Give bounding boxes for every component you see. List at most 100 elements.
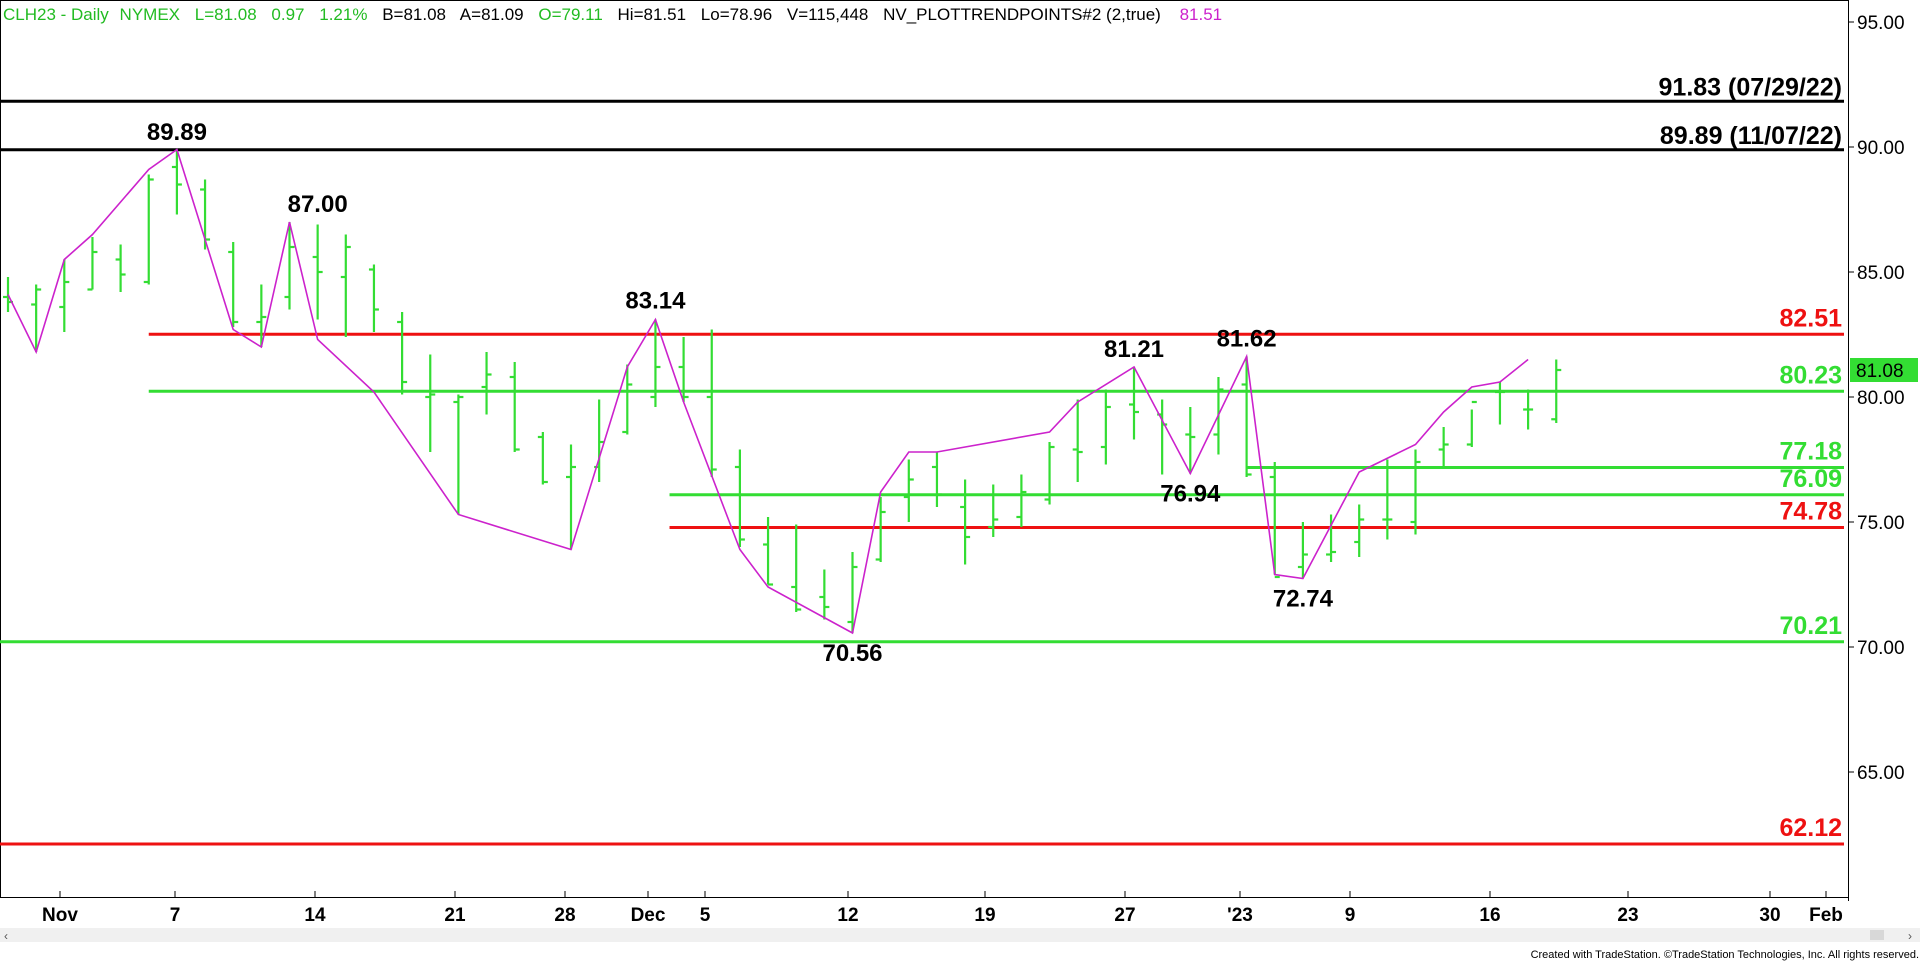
- historic-level-label: 89.89 (11/07/22): [1660, 122, 1842, 150]
- header-change-pct: 1.21%: [319, 5, 367, 24]
- chart-header: CLH23 - Daily NYMEX L=81.08 0.97 1.21% B…: [3, 5, 1222, 24]
- x-tick-label: 7: [170, 905, 181, 926]
- x-tick-label: '23: [1227, 905, 1253, 926]
- header-study-value: 81.51: [1180, 5, 1223, 24]
- ohlc-bar: [1269, 462, 1280, 579]
- ohlc-bar: [537, 432, 548, 485]
- ohlc-bar: [1410, 449, 1421, 535]
- x-tick-label: 23: [1617, 905, 1638, 926]
- ohlc-bar: [397, 312, 408, 395]
- header-symbol: CLH23 - Daily: [3, 5, 109, 24]
- footer-credit: Created with TradeStation. ©TradeStation…: [1531, 949, 1919, 961]
- level-label-resistance: 62.12: [1779, 814, 1842, 842]
- ohlc-bar: [1072, 399, 1083, 482]
- horizontal-scrollbar[interactable]: [0, 928, 1920, 942]
- header-low: Lo=78.96: [701, 5, 772, 24]
- header-bid: B=81.08: [382, 5, 446, 24]
- x-tick-label: 27: [1114, 905, 1135, 926]
- level-label-resistance: 74.78: [1779, 498, 1842, 526]
- chart-canvas: 91.83 (07/29/22) 89.89 (11/07/22) 82.51 80.…: [0, 0, 1920, 961]
- ohlc-bar: [706, 329, 717, 477]
- ohlc-bar: [87, 237, 98, 291]
- plot-frame: [0, 0, 1849, 898]
- ohlc-bar: [1326, 514, 1337, 562]
- header-high: Hi=81.51: [618, 5, 687, 24]
- pivot-label: 81.62: [1217, 326, 1277, 353]
- x-tick-label: Nov: [42, 905, 78, 926]
- ohlc-bar: [143, 174, 154, 285]
- x-tick-label: 16: [1479, 905, 1500, 926]
- header-last: L=81.08: [195, 5, 257, 24]
- ohlc-bar: [988, 484, 999, 537]
- header-volume: V=115,448: [787, 5, 868, 24]
- header-ask: A=81.09: [460, 5, 524, 24]
- ohlc-bar: [425, 354, 436, 452]
- y-tick-label: 80.00: [1857, 388, 1905, 409]
- ohlc-bar: [903, 459, 914, 522]
- ohlc-bar: [368, 264, 379, 332]
- ohlc-bar: [1438, 427, 1449, 467]
- ohlc-bar: [115, 244, 126, 292]
- y-tick-label: 90.00: [1857, 138, 1905, 159]
- y-tick-label: 70.00: [1857, 638, 1905, 659]
- ohlc-bar: [1016, 474, 1027, 527]
- x-tick-label: Dec: [631, 905, 666, 926]
- ohlc-bar: [453, 394, 464, 515]
- scrollbar-thumb[interactable]: [1870, 930, 1884, 940]
- x-tick-label: 9: [1345, 905, 1356, 926]
- ohlc-bar: [1466, 400, 1477, 447]
- historic-level-label: 91.83 (07/29/22): [1659, 73, 1842, 101]
- level-label-support: 77.18: [1779, 438, 1842, 466]
- header-exchange: NYMEX: [120, 5, 180, 24]
- ohlc-bar: [1185, 407, 1196, 474]
- pivot-label: 70.56: [822, 640, 882, 667]
- x-tick-label: 19: [974, 905, 995, 926]
- level-label-support: 70.21: [1779, 612, 1842, 640]
- ohlc-bar: [622, 364, 633, 435]
- ohlc-bar: [1523, 389, 1534, 430]
- ohlc-bar: [1297, 522, 1308, 579]
- x-tick-label: Feb: [1809, 905, 1843, 926]
- y-tick-label: 95.00: [1857, 13, 1905, 34]
- level-label-support: 80.23: [1779, 361, 1842, 389]
- ohlc-bar: [566, 444, 576, 550]
- ohlc-bar: [509, 362, 520, 452]
- ohlc-bar: [312, 224, 323, 320]
- ohlc-bar: [256, 284, 267, 347]
- pivot-label: 76.94: [1160, 481, 1221, 508]
- ohlc-bar: [1129, 366, 1139, 440]
- y-tick-label: 75.00: [1857, 513, 1905, 534]
- pivot-label: 83.14: [625, 288, 686, 315]
- pivot-label: 81.21: [1104, 336, 1164, 363]
- scroll-left-arrow-icon[interactable]: ‹: [4, 929, 8, 943]
- ohlc-bar: [931, 452, 942, 507]
- ohlc-bar: [791, 524, 802, 612]
- ohlc-bar: [847, 552, 858, 633]
- level-label-support: 76.09: [1779, 465, 1842, 493]
- ohlc-bar: [340, 234, 351, 337]
- x-tick-label: 28: [554, 905, 575, 926]
- ohlc-bar: [1241, 356, 1252, 477]
- y-tick-label: 65.00: [1857, 763, 1905, 784]
- x-tick-label: 5: [700, 905, 711, 926]
- y-tick-label: 85.00: [1857, 263, 1905, 284]
- level-label-resistance: 82.51: [1779, 304, 1842, 332]
- price-chart: 91.83 (07/29/22) 89.89 (11/07/22) 82.51 80.…: [0, 0, 1920, 963]
- x-tick-label: 12: [837, 905, 858, 926]
- header-study: NV_PLOTTRENDPOINTS#2 (2,true): [883, 5, 1161, 24]
- ohlc-bar: [1100, 389, 1111, 465]
- ohlc-bar: [481, 352, 492, 415]
- header-change: 0.97: [271, 5, 304, 24]
- ohlc-bar: [1157, 399, 1168, 475]
- last-price-label: 81.08: [1856, 361, 1904, 382]
- scroll-right-arrow-icon[interactable]: ›: [1908, 929, 1912, 943]
- pivot-label: 89.89: [147, 119, 207, 146]
- pivot-label: 87.00: [288, 191, 348, 218]
- pivot-label: 72.74: [1273, 586, 1334, 613]
- x-tick-label: 14: [304, 905, 326, 926]
- x-tick-label: 21: [444, 905, 466, 926]
- x-tick-label: 30: [1759, 905, 1780, 926]
- ohlc-bar: [228, 242, 239, 327]
- ohlc-bar: [960, 479, 971, 565]
- ohlc-bar: [1494, 382, 1505, 425]
